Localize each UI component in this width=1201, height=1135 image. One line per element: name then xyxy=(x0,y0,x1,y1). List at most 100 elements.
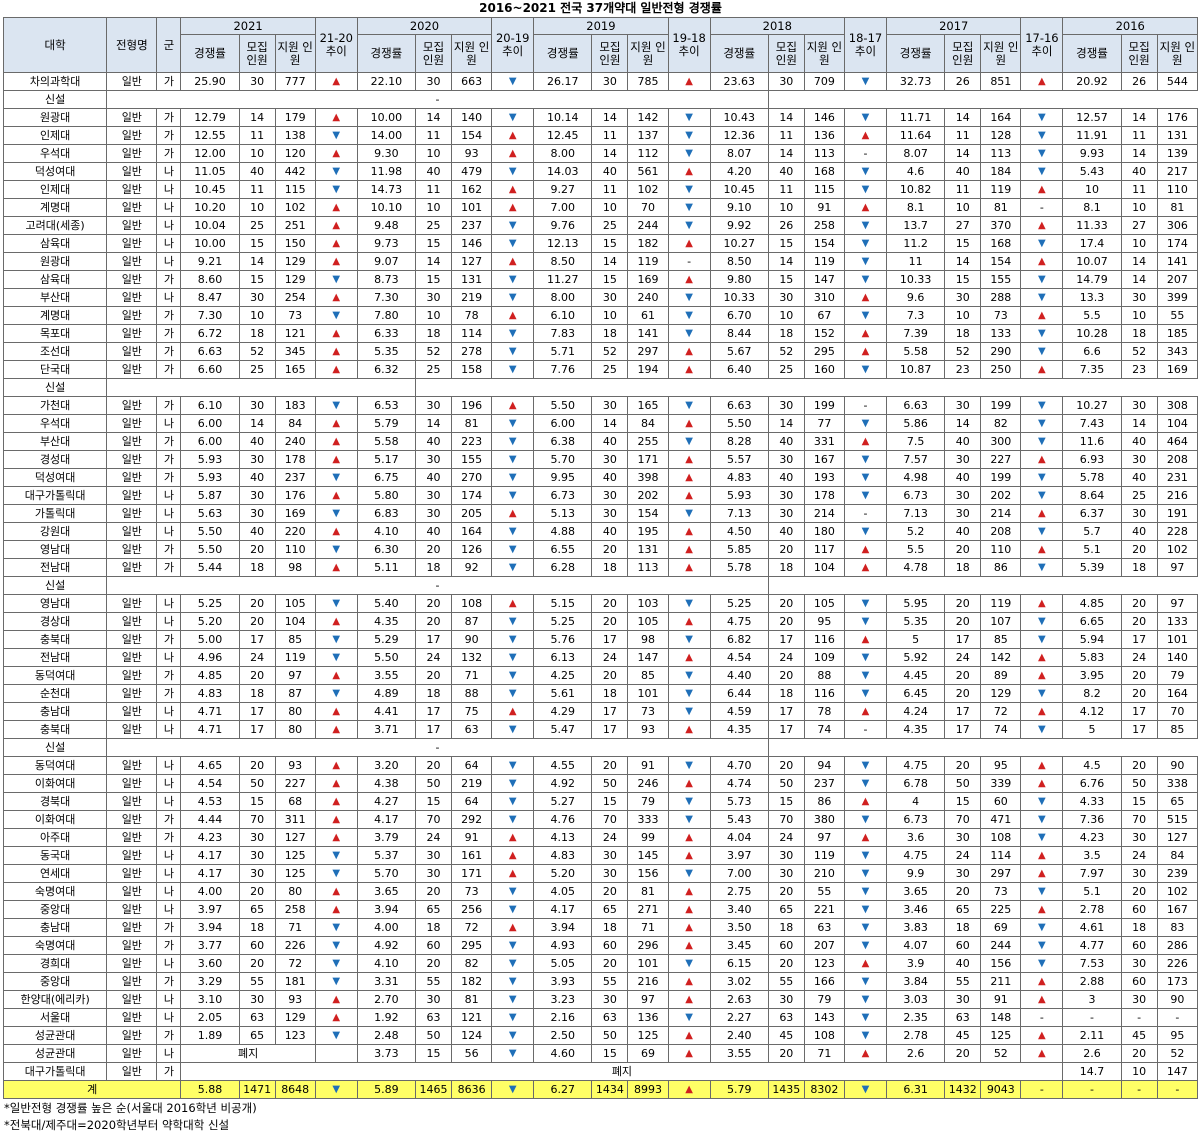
up-triangle-icon: ▲ xyxy=(1038,778,1046,789)
applicant-cell: 119 xyxy=(274,648,316,667)
group-cell: 나 xyxy=(156,720,182,739)
down-triangle-icon: ▼ xyxy=(861,940,870,951)
rate-cell: 5.35 xyxy=(356,342,416,361)
applicant-cell: 91 xyxy=(980,990,1022,1009)
rate-cell: 5.05 xyxy=(533,954,593,973)
trend-cell: ▼ xyxy=(667,792,711,811)
rate-cell: 3.5 xyxy=(1062,846,1122,865)
type-cell: 일반 xyxy=(106,648,158,667)
trend-cell: ▲ xyxy=(491,396,535,415)
applicant-cell: 202 xyxy=(627,486,669,505)
applicant-cell: 114 xyxy=(980,846,1022,865)
rate-cell: 4.23 xyxy=(180,828,240,847)
header-quota-2018: 모집 인원 xyxy=(767,34,805,73)
rate-cell: 4.50 xyxy=(709,522,769,541)
quota-cell: 50 xyxy=(591,1026,629,1045)
rate-cell: 11 xyxy=(886,252,946,271)
abolished-span: 폐지 xyxy=(180,1062,1064,1081)
trend-cell: ▼ xyxy=(314,126,358,145)
group-cell: 가 xyxy=(156,1026,182,1045)
rate-cell: 5.50 xyxy=(180,540,240,559)
type-cell: 일반 xyxy=(106,216,158,235)
applicant-cell: 167 xyxy=(1156,900,1199,919)
applicant-cell: 258 xyxy=(803,216,845,235)
table-row: 동국대 일반 나 4.17 30 125 ▼ 5.37 30 161 ▲ 4.83 30 145 ▲ 3.97… xyxy=(2,846,1199,865)
quota-cell: 1471 xyxy=(238,1080,276,1099)
applicant-cell: 81 xyxy=(1156,198,1199,217)
rate-cell: 5.92 xyxy=(886,648,946,667)
rate-cell: 2.27 xyxy=(709,1008,769,1027)
rate-cell: 5.20 xyxy=(180,612,240,631)
applicant-cell: 85 xyxy=(980,630,1022,649)
down-triangle-icon: ▼ xyxy=(332,130,341,141)
rate-cell: 11.71 xyxy=(886,108,946,127)
trend-cell: ▼ xyxy=(667,702,711,721)
group-cell: 가 xyxy=(156,1062,182,1081)
up-triangle-icon: ▲ xyxy=(1038,670,1046,681)
univ-name-cell: 충북대 xyxy=(2,720,108,739)
quota-cell: 17 xyxy=(414,702,453,721)
quota-cell: 24 xyxy=(1120,846,1158,865)
trend-cell: ▼ xyxy=(491,882,535,901)
applicant-cell: 105 xyxy=(627,612,669,631)
quota-cell: 18 xyxy=(591,684,629,703)
quota-cell: 30 xyxy=(238,846,276,865)
trend-cell: ▼ xyxy=(1020,414,1064,433)
trend-cell: ▼ xyxy=(843,1080,888,1099)
rate-cell: 4.45 xyxy=(886,666,946,685)
table-row: 중앙대 일반 나 3.97 65 258 ▲ 3.94 65 256 ▼ 4.17 65 271 ▲ 3.40… xyxy=(2,900,1199,919)
up-triangle-icon: ▲ xyxy=(685,994,693,1005)
quota-cell: 17 xyxy=(767,702,805,721)
rate-cell: 5.1 xyxy=(1062,882,1122,901)
quota-cell: 30 xyxy=(1120,864,1158,883)
applicant-cell: 98 xyxy=(274,558,316,577)
applicant-cell: 148 xyxy=(980,1008,1022,1027)
applicant-cell: 271 xyxy=(627,900,669,919)
applicant-cell: 107 xyxy=(980,612,1022,631)
group-cell: 나 xyxy=(156,792,182,811)
applicant-cell: 345 xyxy=(274,342,316,361)
down-triangle-icon: ▼ xyxy=(861,868,870,879)
rate-cell: 7.83 xyxy=(533,324,593,343)
up-triangle-icon: ▲ xyxy=(1038,508,1046,519)
up-triangle-icon: ▲ xyxy=(685,886,693,897)
quota-cell: 14 xyxy=(591,108,629,127)
rate-cell: 4.33 xyxy=(1062,792,1122,811)
rate-cell: 6.33 xyxy=(356,324,416,343)
quota-cell: 30 xyxy=(591,396,629,415)
applicant-cell: 333 xyxy=(627,810,669,829)
quota-cell: 11 xyxy=(414,180,453,199)
quota-cell: 20 xyxy=(1120,1044,1158,1063)
quota-cell: 20 xyxy=(944,540,982,559)
quota-cell: 30 xyxy=(1120,450,1158,469)
up-triangle-icon: ▲ xyxy=(685,76,693,87)
down-triangle-icon: ▼ xyxy=(861,76,870,87)
up-triangle-icon: ▲ xyxy=(685,940,693,951)
trend-cell: ▼ xyxy=(667,180,711,199)
up-triangle-icon: ▲ xyxy=(1038,868,1046,879)
trend-cell: ▲ xyxy=(491,828,535,847)
down-triangle-icon: ▼ xyxy=(508,634,517,645)
rate-cell: 5.57 xyxy=(709,450,769,469)
up-triangle-icon: ▲ xyxy=(508,400,517,411)
down-triangle-icon: ▼ xyxy=(1038,328,1046,339)
trend-cell: ▼ xyxy=(491,324,535,343)
trend-cell: ▲ xyxy=(314,774,358,793)
down-triangle-icon: ▼ xyxy=(508,886,517,897)
down-triangle-icon: ▼ xyxy=(861,616,870,627)
abolished-cell: 폐지 xyxy=(180,1044,316,1063)
down-triangle-icon: ▼ xyxy=(332,922,341,933)
quota-cell: 27 xyxy=(1120,216,1158,235)
trend-cell: ▼ xyxy=(491,990,535,1009)
trend-cell: ▲ xyxy=(667,72,711,91)
type-cell: 일반 xyxy=(106,306,158,325)
univ-name-cell: 인제대 xyxy=(2,126,108,145)
quota-cell: 40 xyxy=(591,432,629,451)
applicant-cell: 56 xyxy=(451,1044,493,1063)
applicant-cell: 79 xyxy=(1156,666,1199,685)
quota-cell: 40 xyxy=(767,162,805,181)
univ-name-cell: 한양대(에리카) xyxy=(2,990,108,1009)
applicant-cell: 176 xyxy=(1156,108,1199,127)
trend-cell: ▲ xyxy=(314,108,358,127)
trend-cell: ▲ xyxy=(314,450,358,469)
